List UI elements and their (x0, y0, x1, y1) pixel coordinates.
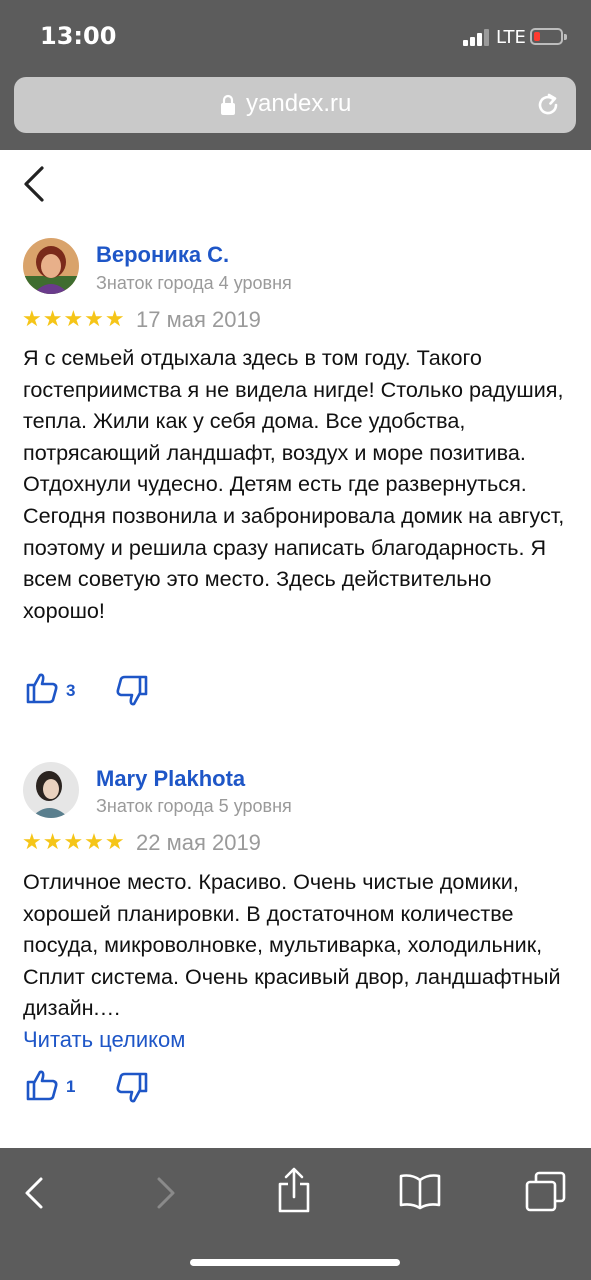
url-text: yandex.ru (246, 90, 352, 117)
battery-icon (530, 28, 567, 45)
rating-stars: ★★★★★ (22, 306, 126, 331)
tabs-icon[interactable] (524, 1170, 568, 1214)
status-time: 13:00 (40, 22, 117, 50)
author-level: Знаток города 5 уровня (96, 796, 292, 816)
thumbs-down-icon[interactable] (115, 674, 149, 708)
address-bar[interactable]: yandex.ru (14, 77, 576, 133)
review-text: Отличное место. Красиво. Очень чистые до… (23, 869, 561, 1021)
browser-toolbar (0, 1148, 591, 1280)
author-level: Знаток города 4 уровня (96, 273, 292, 293)
review-date: 22 мая 2019 (136, 830, 261, 855)
share-icon[interactable] (276, 1166, 312, 1214)
thumbs-up-icon[interactable] (25, 1068, 59, 1102)
browser-forward-icon[interactable] (154, 1176, 178, 1210)
like-count: 1 (66, 1077, 76, 1096)
browser-bar: yandex.ru (0, 72, 591, 150)
read-more-link[interactable]: Читать целиком (23, 1027, 185, 1053)
back-icon[interactable] (18, 164, 48, 204)
avatar[interactable] (23, 762, 79, 818)
author-name[interactable]: Вероника С. (96, 242, 229, 268)
author-name[interactable]: Mary Plakhota (96, 766, 245, 792)
lock-icon (221, 94, 235, 115)
thumbs-down-icon[interactable] (115, 1071, 149, 1105)
signal-icon (463, 28, 493, 46)
review-text: Я с семьей отдыхала здесь в том году. Та… (23, 345, 565, 623)
status-bar: 13:00 LTE (0, 0, 591, 72)
like-count: 3 (66, 681, 76, 700)
bookmarks-icon[interactable] (398, 1172, 442, 1210)
network-label: LTE (496, 27, 526, 48)
reload-icon[interactable] (534, 91, 562, 119)
browser-back-icon[interactable] (22, 1176, 46, 1210)
review-date: 17 мая 2019 (136, 307, 261, 332)
avatar[interactable] (23, 238, 79, 294)
thumbs-up-icon[interactable] (25, 671, 59, 705)
home-indicator (190, 1259, 400, 1266)
rating-stars: ★★★★★ (22, 829, 126, 854)
